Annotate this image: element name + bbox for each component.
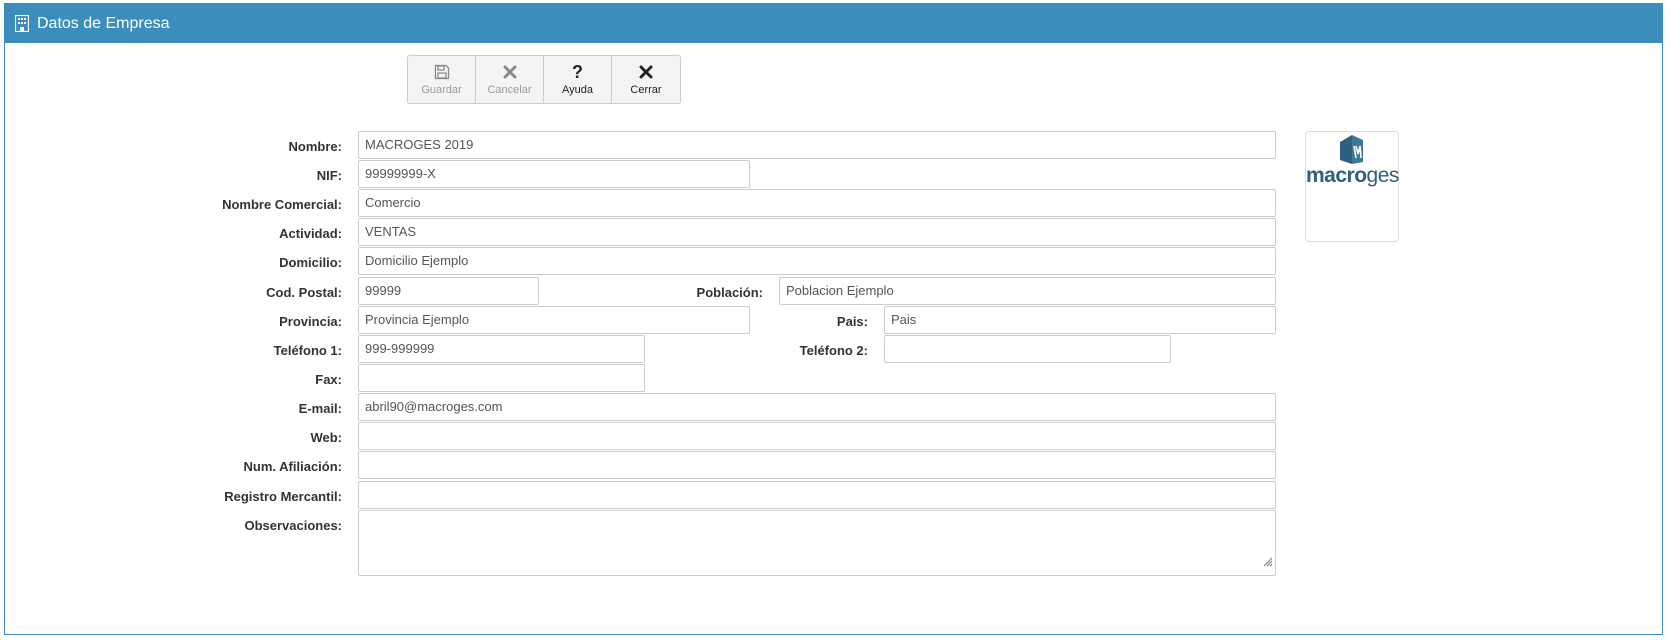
actividad-label: Actividad:	[279, 226, 342, 241]
pais-label: Pais:	[836, 314, 868, 329]
cancel-button[interactable]: Cancelar	[476, 56, 544, 103]
web-label: Web:	[310, 430, 342, 445]
logo-mark-icon	[1340, 135, 1363, 164]
close-icon	[503, 63, 517, 81]
cod-postal-field[interactable]: 99999	[358, 277, 539, 305]
telefono2-field[interactable]	[884, 335, 1171, 363]
panel-header: Datos de Empresa	[5, 4, 1662, 43]
registro-mercantil-label: Registro Mercantil:	[224, 489, 342, 504]
provincia-field[interactable]: Provincia Ejemplo	[358, 306, 750, 334]
telefono1-label: Teléfono 1:	[273, 343, 342, 358]
toolbar: Guardar Cancelar ? Ayuda Cerrar	[407, 55, 681, 104]
company-logo: macroges	[1305, 131, 1399, 242]
nombre-field[interactable]: MACROGES 2019	[358, 131, 1276, 159]
domicilio-label: Domicilio:	[279, 255, 342, 270]
nif-label: NIF:	[316, 168, 342, 183]
num-afiliacion-label: Num. Afiliación:	[243, 459, 342, 474]
close-button[interactable]: Cerrar	[612, 56, 680, 103]
nombre-comercial-label: Nombre Comercial:	[222, 197, 342, 212]
resize-grip-icon[interactable]	[1263, 553, 1273, 573]
nombre-comercial-field[interactable]: Comercio	[358, 189, 1276, 217]
question-icon: ?	[572, 61, 583, 82]
floppy-disk-icon	[434, 63, 450, 81]
actividad-field[interactable]: VENTAS	[358, 218, 1276, 246]
cod-postal-label: Cod. Postal:	[266, 285, 342, 300]
num-afiliacion-field[interactable]	[358, 451, 1276, 479]
poblacion-field[interactable]: Poblacion Ejemplo	[779, 277, 1276, 305]
nif-field[interactable]: 99999999-X	[358, 160, 750, 188]
logo-text: macroges	[1306, 164, 1399, 187]
close-icon	[639, 63, 653, 81]
poblacion-label: Población:	[696, 285, 763, 300]
fax-field[interactable]	[358, 364, 645, 392]
nombre-label: Nombre:	[288, 139, 342, 154]
pais-field[interactable]: Pais	[884, 306, 1276, 334]
panel-title: Datos de Empresa	[37, 14, 170, 32]
email-field[interactable]: abril90@macroges.com	[358, 393, 1276, 421]
telefono1-field[interactable]: 999-999999	[358, 335, 645, 363]
email-label: E-mail:	[298, 401, 342, 416]
observaciones-label: Observaciones:	[244, 518, 342, 533]
domicilio-field[interactable]: Domicilio Ejemplo	[358, 247, 1276, 275]
provincia-label: Provincia:	[279, 314, 342, 329]
web-field[interactable]	[358, 422, 1276, 450]
help-button[interactable]: ? Ayuda	[544, 56, 612, 103]
observaciones-textarea[interactable]	[358, 510, 1276, 576]
registro-mercantil-field[interactable]	[358, 481, 1276, 509]
building-icon	[14, 14, 30, 33]
fax-label: Fax:	[315, 372, 342, 387]
telefono2-label: Teléfono 2:	[799, 343, 868, 358]
save-button[interactable]: Guardar	[408, 56, 476, 103]
